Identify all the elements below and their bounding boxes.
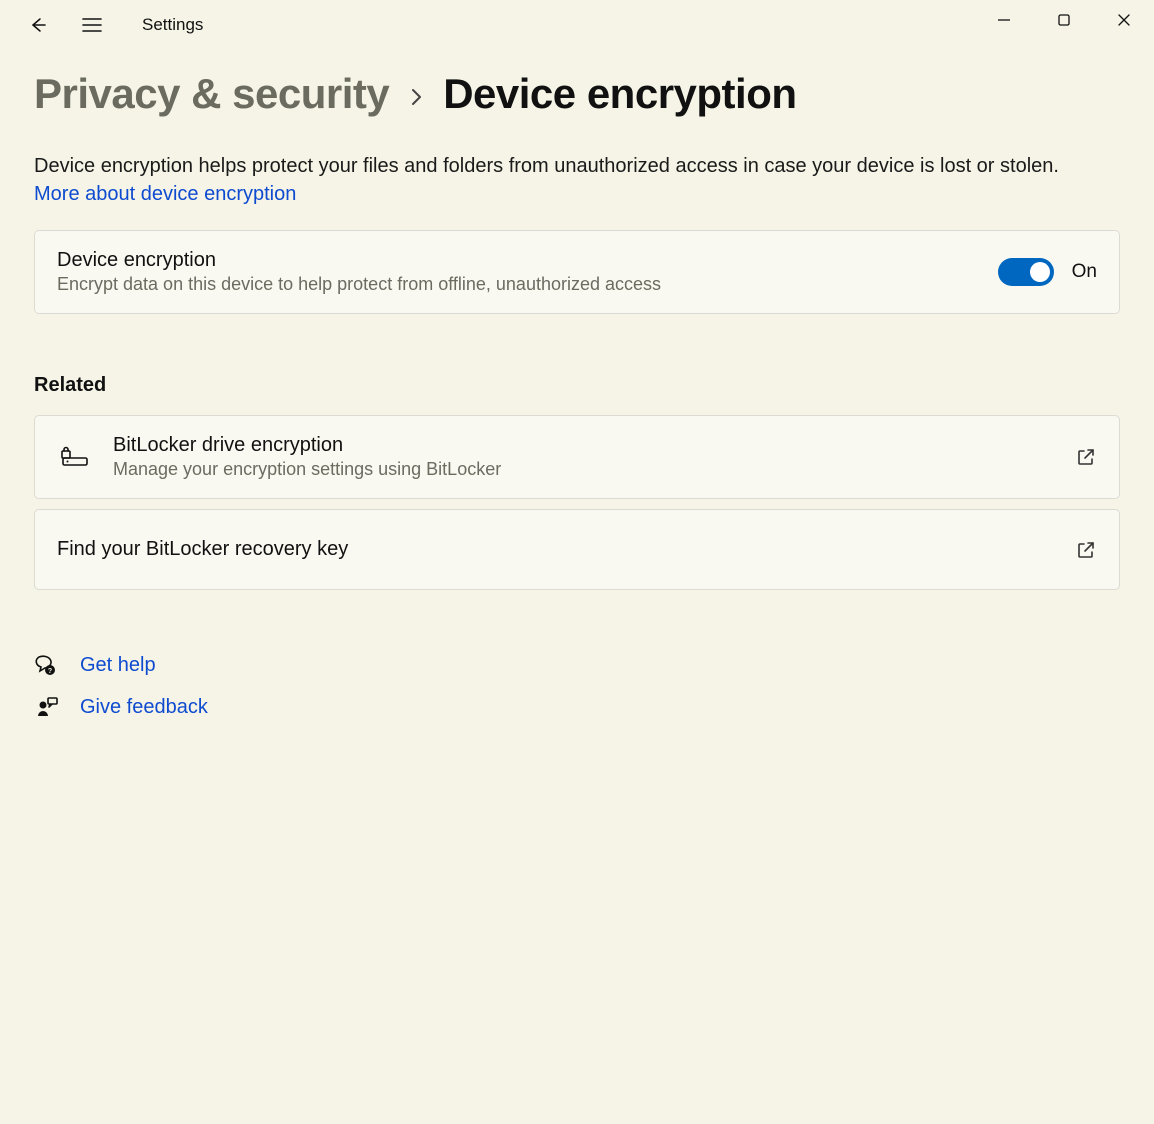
find-recovery-key-item[interactable]: Find your BitLocker recovery key bbox=[34, 509, 1120, 590]
card-subtitle: Encrypt data on this device to help prot… bbox=[57, 274, 998, 295]
toggle-state-label: On bbox=[1072, 261, 1097, 283]
external-link-icon bbox=[1075, 446, 1097, 468]
card-body: BitLocker drive encryption Manage your e… bbox=[113, 434, 1075, 480]
description-text: Device encryption helps protect your fil… bbox=[34, 155, 1059, 177]
footer-links: ? Get help Give feedback bbox=[34, 644, 1120, 728]
maximize-button[interactable] bbox=[1034, 0, 1094, 40]
maximize-icon bbox=[1057, 13, 1071, 27]
card-title: Find your BitLocker recovery key bbox=[57, 538, 1075, 561]
page-description: Device encryption helps protect your fil… bbox=[34, 152, 1094, 208]
toggle-knob bbox=[1030, 262, 1050, 282]
page-title: Device encryption bbox=[443, 70, 796, 118]
help-icon: ? bbox=[34, 652, 60, 678]
footer-link-label: Give feedback bbox=[80, 696, 208, 719]
minimize-icon bbox=[997, 13, 1011, 27]
card-body: Find your BitLocker recovery key bbox=[57, 538, 1075, 561]
close-icon bbox=[1117, 13, 1131, 27]
minimize-button[interactable] bbox=[974, 0, 1034, 40]
hamburger-icon bbox=[82, 17, 102, 33]
breadcrumb: Privacy & security Device encryption bbox=[34, 70, 1120, 118]
bitlocker-drive-encryption-item[interactable]: BitLocker drive encryption Manage your e… bbox=[34, 415, 1120, 499]
card-body: Device encryption Encrypt data on this d… bbox=[57, 249, 998, 295]
drive-lock-icon bbox=[57, 446, 91, 468]
device-encryption-toggle[interactable] bbox=[998, 258, 1054, 286]
get-help-link[interactable]: ? Get help bbox=[34, 644, 1120, 686]
app-title: Settings bbox=[142, 15, 203, 35]
learn-more-link[interactable]: More about device encryption bbox=[34, 183, 296, 205]
back-button[interactable] bbox=[18, 5, 58, 45]
device-encryption-card: Device encryption Encrypt data on this d… bbox=[34, 230, 1120, 314]
page-content: Privacy & security Device encryption Dev… bbox=[0, 50, 1154, 728]
breadcrumb-parent[interactable]: Privacy & security bbox=[34, 70, 389, 118]
card-title: Device encryption bbox=[57, 249, 998, 272]
card-trailing: On bbox=[998, 258, 1097, 286]
svg-text:?: ? bbox=[48, 668, 52, 675]
card-subtitle: Manage your encryption settings using Bi… bbox=[113, 459, 1075, 480]
nav-menu-button[interactable] bbox=[72, 5, 112, 45]
chevron-right-icon bbox=[409, 86, 423, 115]
window-controls bbox=[974, 0, 1154, 40]
give-feedback-link[interactable]: Give feedback bbox=[34, 686, 1120, 728]
external-link-icon bbox=[1075, 539, 1097, 561]
related-header: Related bbox=[34, 374, 1120, 397]
card-title: BitLocker drive encryption bbox=[113, 434, 1075, 457]
footer-link-label: Get help bbox=[80, 654, 156, 677]
feedback-icon bbox=[34, 694, 60, 720]
arrow-left-icon bbox=[28, 15, 48, 35]
close-button[interactable] bbox=[1094, 0, 1154, 40]
